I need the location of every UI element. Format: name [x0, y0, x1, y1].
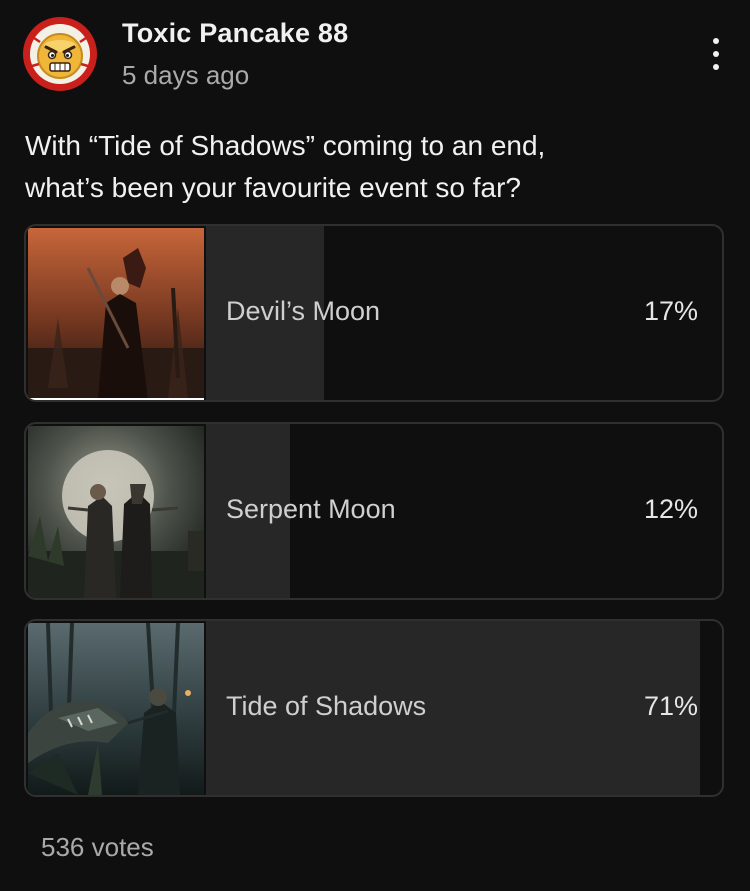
- poll-vote-count: 536 votes: [41, 832, 154, 862]
- post-timestamp: 5 days ago: [122, 60, 250, 90]
- serpent-moon-artwork: [28, 426, 204, 598]
- poll-option-tide-of-shadows[interactable]: Tide of Shadows 71%: [24, 619, 724, 797]
- poll-option-label: Serpent Moon: [226, 494, 396, 524]
- poll-option-label: Tide of Shadows: [226, 691, 427, 721]
- poll-option-label: Devil’s Moon: [226, 296, 381, 326]
- angry-pancake-avatar-icon: [23, 17, 97, 91]
- poll-option-percent: 17%: [643, 296, 698, 326]
- poll-question-line-2: what’s been your favourite event so far?: [25, 172, 522, 203]
- poll-option-devils-moon[interactable]: Devil’s Moon 17%: [24, 224, 724, 402]
- avatar[interactable]: [22, 16, 98, 92]
- poll-option-percent: 12%: [643, 494, 698, 524]
- devils-moon-artwork: [28, 228, 204, 400]
- tide-of-shadows-artwork: [28, 623, 204, 795]
- poll-option-serpent-moon[interactable]: Serpent Moon 12%: [24, 422, 724, 600]
- poll-question-line-1: With “Tide of Shadows” coming to an end,: [25, 130, 546, 161]
- author-name[interactable]: Toxic Pancake 88: [122, 18, 348, 49]
- poll-question: With “Tide of Shadows” coming to an end,…: [25, 125, 725, 209]
- poll-option-percent: 71%: [643, 691, 698, 721]
- more-vertical-icon[interactable]: [704, 34, 728, 74]
- post-header: Toxic Pancake 88 5 days ago: [22, 16, 728, 96]
